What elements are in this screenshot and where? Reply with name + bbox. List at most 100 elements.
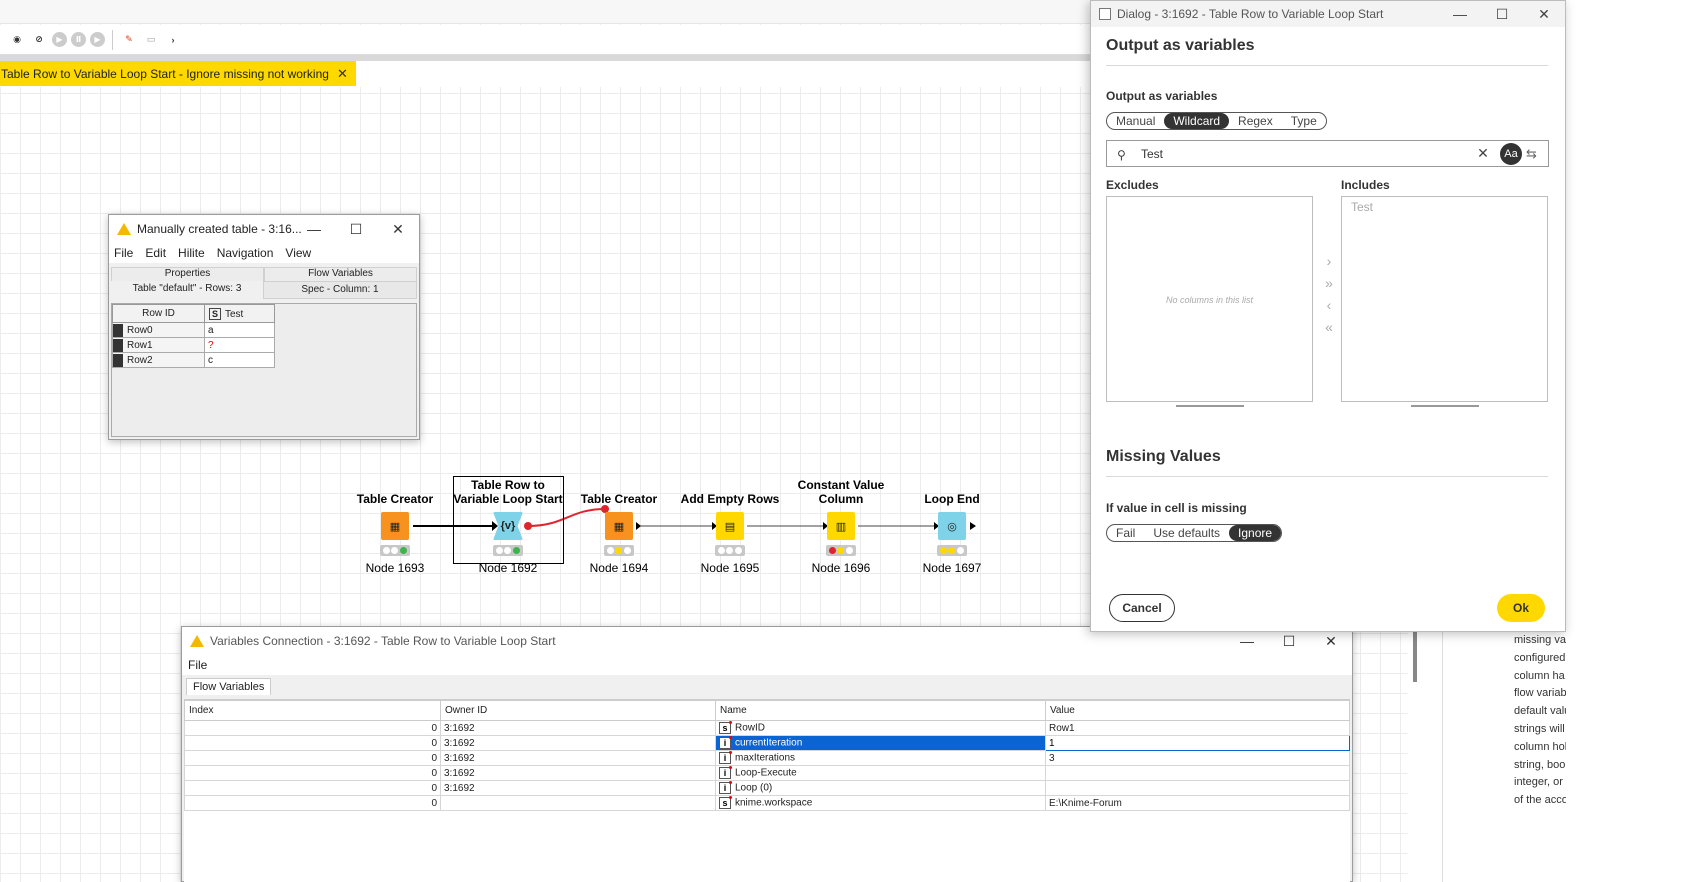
tab-flow-variables[interactable]: Flow Variables xyxy=(186,678,272,695)
cell-index: 0 xyxy=(184,795,441,811)
dialog-titlebar[interactable]: Dialog - 3:1692 - Table Row to Variable … xyxy=(1091,1,1565,27)
cancel-button[interactable]: Cancel xyxy=(1109,594,1175,622)
col-header-index[interactable]: Index xyxy=(184,700,441,721)
constant-value-column-icon[interactable]: ▥ xyxy=(827,512,855,540)
empty-list-message: No columns in this list xyxy=(1165,295,1254,305)
node-dialog: Dialog - 3:1692 - Table Row to Variable … xyxy=(1090,0,1566,632)
section-heading-missing: Missing Values xyxy=(1106,448,1221,465)
table-row[interactable]: 0 s knime.workspace E:\Knime-Forum xyxy=(184,795,1350,811)
table-info-spec: Spec - Column: 1 xyxy=(263,281,417,299)
cell-owner: 3:1692 xyxy=(440,720,716,736)
menu-file[interactable]: File xyxy=(114,246,133,260)
mode-wildcard[interactable]: Wildcard xyxy=(1164,113,1230,129)
missing-use-defaults[interactable]: Use defaults xyxy=(1144,525,1229,541)
cell-name: i Loop (0) xyxy=(715,780,1046,796)
maximize-icon[interactable]: ☐ xyxy=(1481,1,1523,27)
integer-var-icon: i xyxy=(719,766,732,779)
wildcard-filter-input[interactable]: ⚲ Test ✕ Aa ⇆ xyxy=(1106,140,1549,167)
move-all-right-icon[interactable]: » xyxy=(1322,275,1336,291)
move-left-icon[interactable]: ‹ xyxy=(1322,297,1336,313)
missing-fail[interactable]: Fail xyxy=(1107,525,1144,541)
menu-hilite[interactable]: Hilite xyxy=(178,246,205,260)
col-header-rowid[interactable]: Row ID xyxy=(112,304,205,323)
node-1694[interactable]: Table Creator ▦ Node 1694 xyxy=(563,478,675,575)
minimize-icon[interactable]: — xyxy=(293,215,335,243)
table-row[interactable]: 0 3:1692 i maxIterations 3 xyxy=(184,750,1350,766)
close-icon[interactable]: ✕ xyxy=(377,215,419,243)
node-1693[interactable]: Table Creator ▦ Node 1693 xyxy=(339,478,451,575)
table-row[interactable]: 0 3:1692 i Loop (0) xyxy=(184,780,1350,796)
node-1697[interactable]: Loop End ◎ Node 1697 xyxy=(896,478,1008,575)
node-name: Constant Value Column xyxy=(797,478,885,506)
col-header-test[interactable]: S Test xyxy=(204,304,275,323)
window-title: Manually created table - 3:16... xyxy=(137,222,302,236)
case-sensitive-toggle[interactable]: Aa xyxy=(1500,142,1522,165)
move-all-left-icon[interactable]: « xyxy=(1322,319,1336,335)
clear-icon[interactable]: ✕ xyxy=(1470,145,1496,162)
table-row[interactable]: Row0 a xyxy=(112,322,275,338)
move-right-icon[interactable]: › xyxy=(1322,253,1336,269)
cell-owner xyxy=(440,795,716,811)
integer-var-icon: i xyxy=(719,736,732,749)
cell-index: 0 xyxy=(184,735,441,751)
window-titlebar[interactable]: Manually created table - 3:16... — ☐ ✕ xyxy=(109,215,419,243)
filter-value[interactable]: Test xyxy=(1141,147,1470,161)
table-info: Table "default" - Rows: 3 Spec - Column:… xyxy=(111,281,417,299)
node-1696[interactable]: Constant Value Column ▥ Node 1696 xyxy=(785,478,897,575)
tab-properties[interactable]: Properties xyxy=(111,267,264,281)
table-row[interactable]: Row1 ? xyxy=(112,337,275,353)
node-status-lights xyxy=(604,545,634,556)
excludes-list[interactable]: No columns in this list xyxy=(1106,196,1313,402)
description-scrollbar[interactable] xyxy=(1413,632,1417,682)
loop-start-icon[interactable]: {v} xyxy=(493,512,523,540)
cell-name: i maxIterations xyxy=(715,750,1046,766)
minimize-icon[interactable]: — xyxy=(1439,1,1481,27)
table-row[interactable]: Row2 c xyxy=(112,352,275,368)
menu-edit[interactable]: Edit xyxy=(145,246,166,260)
dialog-title: Dialog - 3:1692 - Table Row to Variable … xyxy=(1117,7,1384,21)
tab-flow-variables[interactable]: Flow Variables xyxy=(264,267,417,281)
add-empty-rows-icon[interactable]: ▤ xyxy=(716,512,744,540)
close-icon[interactable]: ✕ xyxy=(1523,1,1565,27)
col-header-value[interactable]: Value xyxy=(1045,700,1350,721)
excludes-scrollbar[interactable] xyxy=(1176,405,1244,407)
mode-type[interactable]: Type xyxy=(1282,113,1326,129)
table-row[interactable]: 0 3:1692 s RowID Row1 xyxy=(184,720,1350,736)
window-title: Variables Connection - 3:1692 - Table Ro… xyxy=(210,634,556,648)
table-creator-icon[interactable]: ▦ xyxy=(605,512,633,540)
ok-button[interactable]: Ok xyxy=(1497,594,1545,622)
cell-value: 1 xyxy=(1045,735,1350,751)
menu-navigation[interactable]: Navigation xyxy=(217,246,274,260)
list-item[interactable]: Test xyxy=(1342,197,1547,217)
col-header-owner[interactable]: Owner ID xyxy=(440,700,716,721)
menu-view[interactable]: View xyxy=(285,246,311,260)
node-1695[interactable]: Add Empty Rows ▤ Node 1695 xyxy=(674,478,786,575)
cell-index: 0 xyxy=(184,720,441,736)
row-id: Row1 xyxy=(112,337,205,353)
missing-label: If value in cell is missing xyxy=(1106,501,1247,515)
includes-scrollbar[interactable] xyxy=(1411,405,1479,407)
missing-ignore[interactable]: Ignore xyxy=(1229,525,1282,541)
node-1692[interactable]: Table Row to Variable Loop Start {v} Nod… xyxy=(452,478,564,575)
table-row[interactable]: 0 3:1692 i Loop-Execute xyxy=(184,765,1350,781)
mode-manual[interactable]: Manual xyxy=(1107,113,1164,129)
menu-file[interactable]: File xyxy=(188,658,207,672)
cell-owner: 3:1692 xyxy=(440,780,716,796)
includes-list[interactable]: Test xyxy=(1341,196,1548,402)
cell-index: 0 xyxy=(184,750,441,766)
table-row-selected[interactable]: 0 3:1692 i currentIteration 1 xyxy=(184,735,1350,751)
node-label: Node 1692 xyxy=(478,561,538,575)
maximize-icon[interactable]: ☐ xyxy=(335,215,377,243)
cell-value xyxy=(1045,780,1350,796)
invert-icon[interactable]: ⇆ xyxy=(1526,146,1548,162)
col-header-name[interactable]: Name xyxy=(715,700,1046,721)
loop-end-icon[interactable]: ◎ xyxy=(938,512,966,540)
mode-regex[interactable]: Regex xyxy=(1229,113,1282,129)
string-var-icon: s xyxy=(719,721,732,734)
node-label: Node 1697 xyxy=(922,561,982,575)
node-label: Node 1696 xyxy=(811,561,871,575)
integer-var-icon: i xyxy=(719,751,732,764)
cell-value: E:\Knime-Forum xyxy=(1045,795,1350,811)
table-creator-icon[interactable]: ▦ xyxy=(381,512,409,540)
cell-owner: 3:1692 xyxy=(440,750,716,766)
